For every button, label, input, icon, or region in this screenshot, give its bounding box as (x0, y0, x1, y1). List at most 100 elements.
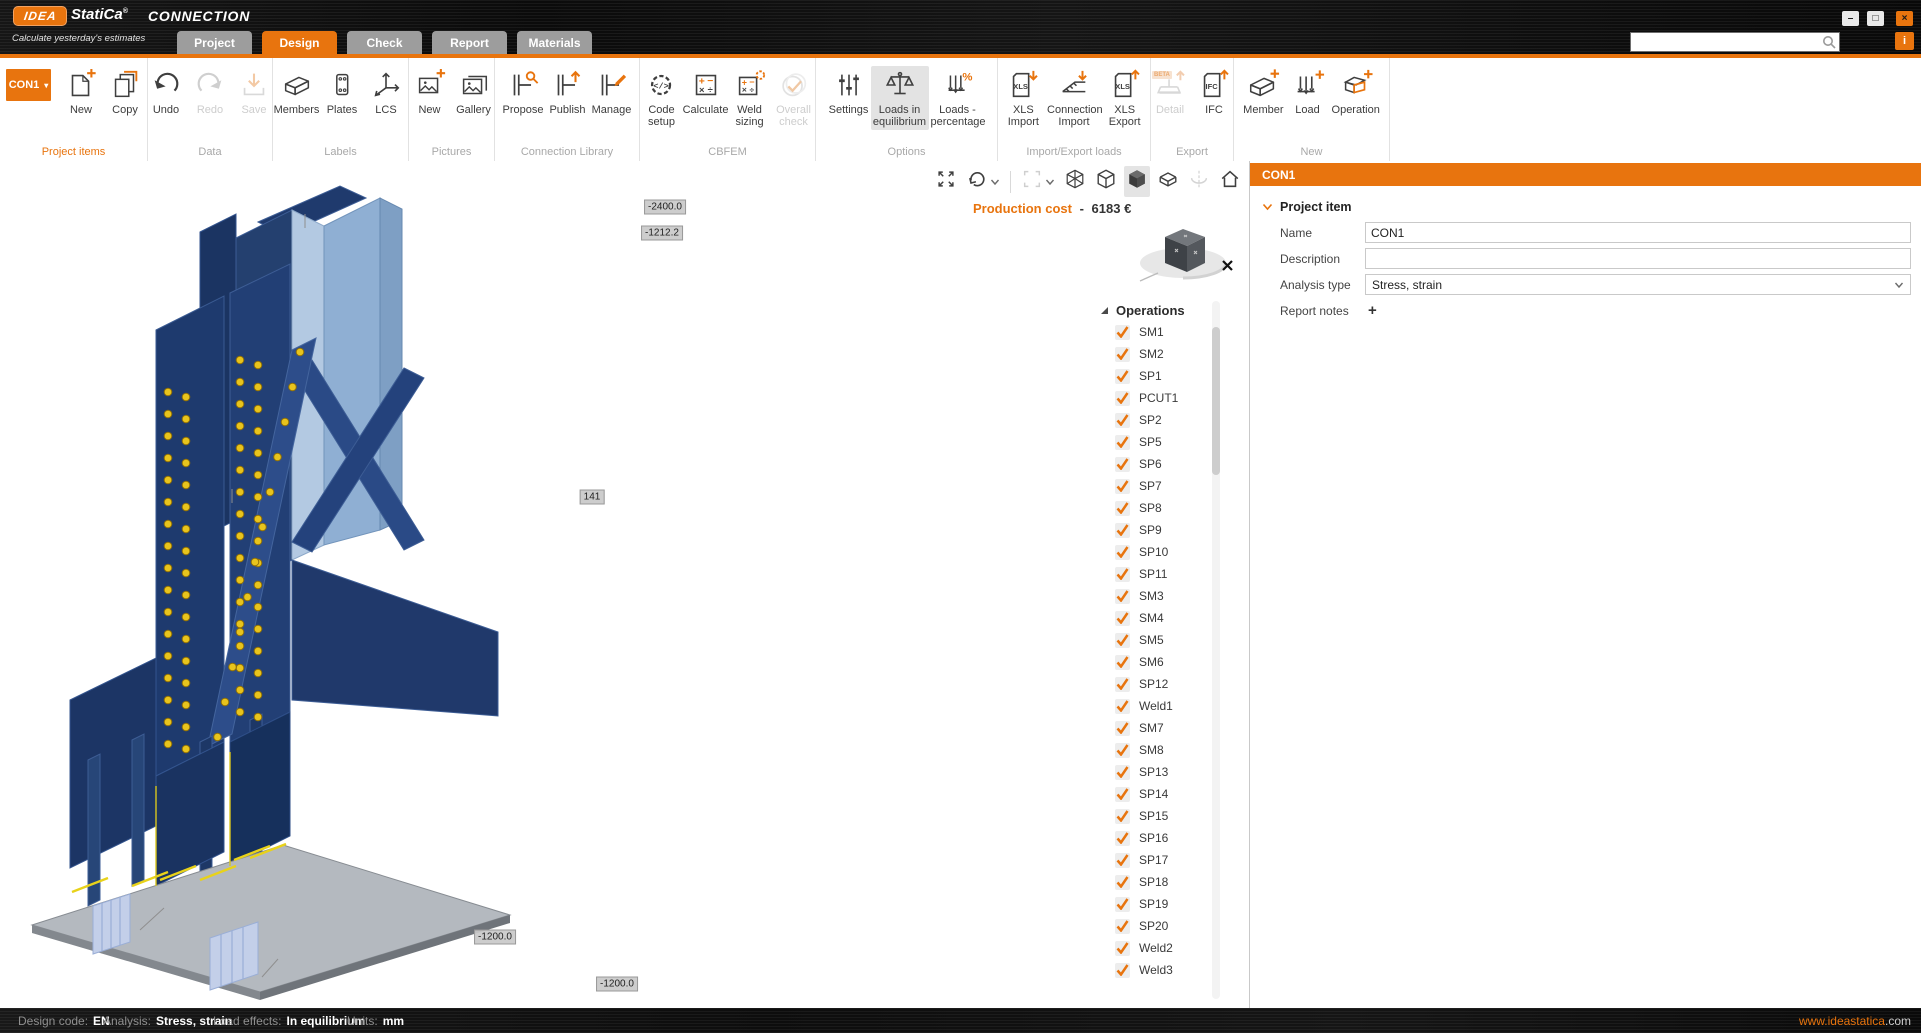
info-button[interactable]: i (1895, 32, 1914, 50)
checkbox-checked[interactable] (1115, 918, 1130, 934)
ribbon-button-code-setup[interactable]: </> Code setup (640, 66, 684, 130)
checkbox-checked[interactable] (1115, 610, 1130, 626)
ribbon-button-calculate[interactable]: + − × ÷ Calculate (683, 66, 728, 117)
checkbox-checked[interactable] (1115, 676, 1130, 692)
view-cube[interactable] (1128, 219, 1238, 304)
checkbox-checked[interactable] (1115, 654, 1130, 670)
operation-item-weld1[interactable]: Weld1 (1100, 695, 1218, 717)
operation-item-sp12[interactable]: SP12 (1100, 673, 1218, 695)
operation-item-sp20[interactable]: SP20 (1100, 915, 1218, 937)
checkbox-checked[interactable] (1115, 830, 1130, 846)
maximize-button[interactable]: □ (1867, 11, 1884, 26)
operation-item-weld2[interactable]: Weld2 (1100, 937, 1218, 959)
operation-item-sp11[interactable]: SP11 (1100, 563, 1218, 585)
ribbon-button-plates[interactable]: Plates (320, 66, 364, 117)
ribbon-button-new[interactable]: New (59, 66, 103, 117)
tab-check[interactable]: Check (347, 31, 422, 54)
ribbon-button-propose[interactable]: Propose (501, 66, 546, 117)
operation-item-sp1[interactable]: SP1 (1100, 365, 1218, 387)
checkbox-checked[interactable] (1115, 412, 1130, 428)
checkbox-checked[interactable] (1115, 588, 1130, 604)
ribbon-button-undo[interactable]: Undo (144, 66, 188, 117)
operation-item-sp14[interactable]: SP14 (1100, 783, 1218, 805)
checkbox-checked[interactable] (1115, 896, 1130, 912)
ribbon-button-weld-sizing[interactable]: + − × ÷ Weld sizing (728, 66, 772, 130)
viewport-3d[interactable]: Production cost - 6183 € -2400.0 -1212.2… (0, 161, 1250, 1008)
rotate-button[interactable] (964, 166, 1002, 197)
ribbon-button-xls-import[interactable]: XLS XLS Import (998, 66, 1049, 130)
ribbon-button-new[interactable]: New (408, 66, 452, 117)
operation-item-weld3[interactable]: Weld3 (1100, 959, 1218, 981)
ribbon-button-gallery[interactable]: Gallery (452, 66, 496, 117)
checkbox-checked[interactable] (1115, 962, 1130, 978)
tab-design[interactable]: Design (262, 31, 337, 54)
checkbox-checked[interactable] (1115, 522, 1130, 538)
checkbox-checked[interactable] (1115, 544, 1130, 560)
checkbox-checked[interactable] (1115, 456, 1130, 472)
operations-scrollbar[interactable] (1212, 301, 1220, 999)
operation-item-sp6[interactable]: SP6 (1100, 453, 1218, 475)
fit-button[interactable] (933, 166, 959, 197)
operation-item-sm3[interactable]: SM3 (1100, 585, 1218, 607)
operation-item-sp16[interactable]: SP16 (1100, 827, 1218, 849)
tab-report[interactable]: Report (432, 31, 507, 54)
cube-edges-button[interactable] (1093, 166, 1119, 197)
cube-clip-button[interactable] (1155, 166, 1181, 197)
operation-item-sm5[interactable]: SM5 (1100, 629, 1218, 651)
checkbox-checked[interactable] (1115, 368, 1130, 384)
ribbon-button-member[interactable]: Member (1241, 66, 1285, 117)
ribbon-button-xls-export[interactable]: XLS XLS Export (1099, 66, 1150, 130)
operation-item-sm8[interactable]: SM8 (1100, 739, 1218, 761)
operation-item-sp5[interactable]: SP5 (1100, 431, 1218, 453)
ribbon-button-lcs[interactable]: LCS (364, 66, 408, 117)
operation-item-sp8[interactable]: SP8 (1100, 497, 1218, 519)
tab-materials[interactable]: Materials (517, 31, 592, 54)
minimize-button[interactable]: – (1842, 11, 1859, 26)
checkbox-checked[interactable] (1115, 632, 1130, 648)
operation-item-sp19[interactable]: SP19 (1100, 893, 1218, 915)
operations-header[interactable]: Operations (1100, 299, 1218, 321)
section-project-item[interactable]: Project item (1262, 200, 1921, 214)
checkbox-checked[interactable] (1115, 566, 1130, 582)
operation-item-sm6[interactable]: SM6 (1100, 651, 1218, 673)
operation-item-sp2[interactable]: SP2 (1100, 409, 1218, 431)
checkbox-checked[interactable] (1115, 478, 1130, 494)
checkbox-checked[interactable] (1115, 720, 1130, 736)
model-3d[interactable] (0, 179, 540, 1008)
operation-item-sm7[interactable]: SM7 (1100, 717, 1218, 739)
checkbox-checked[interactable] (1115, 852, 1130, 868)
ribbon-button-publish[interactable]: Publish (545, 66, 589, 117)
search-input[interactable] (1631, 36, 1822, 48)
ribbon-button-loads-in-equilibrium[interactable]: Loads in equilibrium (870, 66, 929, 130)
home-button[interactable] (1217, 166, 1243, 197)
scrollbar-thumb[interactable] (1212, 327, 1220, 475)
checkbox-checked[interactable] (1115, 874, 1130, 890)
operation-item-sp15[interactable]: SP15 (1100, 805, 1218, 827)
checkbox-checked[interactable] (1115, 742, 1130, 758)
ribbon-button-ifc[interactable]: IFC IFC (1192, 66, 1236, 117)
checkbox-checked[interactable] (1115, 434, 1130, 450)
cube-solid-button[interactable] (1124, 166, 1150, 197)
operation-item-sp7[interactable]: SP7 (1100, 475, 1218, 497)
operation-item-sp13[interactable]: SP13 (1100, 761, 1218, 783)
operation-item-sp9[interactable]: SP9 (1100, 519, 1218, 541)
ribbon-button-settings[interactable]: Settings (827, 66, 871, 117)
operation-item-sp10[interactable]: SP10 (1100, 541, 1218, 563)
add-report-note-button[interactable]: + (1368, 302, 1377, 319)
ribbon-button-manage[interactable]: Manage (589, 66, 633, 117)
tab-project[interactable]: Project (177, 31, 252, 54)
select-analysis-type[interactable]: Stress, strain (1365, 274, 1911, 295)
operation-item-sm4[interactable]: SM4 (1100, 607, 1218, 629)
operation-item-sm1[interactable]: SM1 (1100, 321, 1218, 343)
input-description[interactable] (1365, 248, 1911, 269)
checkbox-checked[interactable] (1115, 786, 1130, 802)
operation-item-sp17[interactable]: SP17 (1100, 849, 1218, 871)
ribbon-button-copy[interactable]: Copy (103, 66, 147, 117)
checkbox-checked[interactable] (1115, 500, 1130, 516)
ribbon-button-load[interactable]: Load (1286, 66, 1330, 117)
close-button[interactable]: × (1896, 11, 1913, 26)
ribbon-button-members[interactable]: Members (273, 66, 320, 117)
checkbox-checked[interactable] (1115, 390, 1130, 406)
operation-item-pcut1[interactable]: PCUT1 (1100, 387, 1218, 409)
checkbox-checked[interactable] (1115, 324, 1130, 340)
